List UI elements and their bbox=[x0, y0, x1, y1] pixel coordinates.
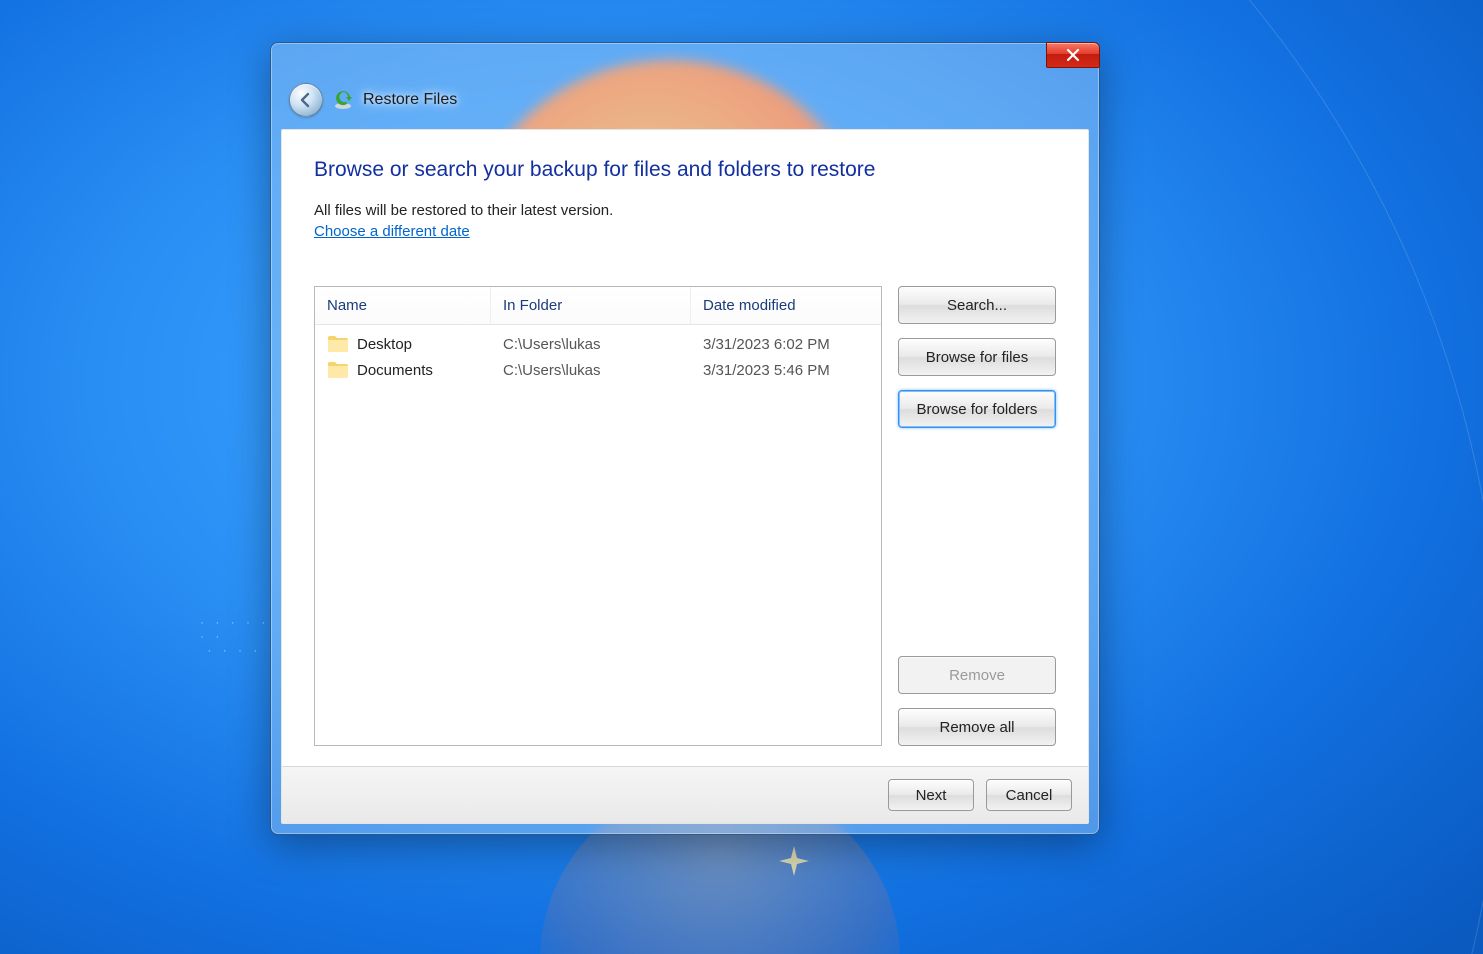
remove-button: Remove bbox=[898, 656, 1056, 694]
item-name: Desktop bbox=[357, 336, 412, 353]
item-folder: C:\Users\lukas bbox=[503, 336, 601, 353]
browse-files-button[interactable]: Browse for files bbox=[898, 338, 1056, 376]
choose-different-date-link[interactable]: Choose a different date bbox=[314, 223, 1056, 240]
wallpaper-dots: · · · · · · · · · · · · bbox=[200, 615, 280, 645]
content-area: Browse or search your backup for files a… bbox=[282, 130, 1088, 766]
back-button[interactable] bbox=[289, 83, 323, 117]
list-item[interactable]: Desktop C:\Users\lukas 3/31/2023 6:02 PM bbox=[315, 331, 881, 357]
item-date: 3/31/2023 6:02 PM bbox=[703, 336, 830, 353]
item-name: Documents bbox=[357, 362, 433, 379]
titlebar bbox=[271, 43, 1099, 71]
side-buttons: Search... Browse for files Browse for fo… bbox=[898, 286, 1056, 746]
listview-body: Desktop C:\Users\lukas 3/31/2023 6:02 PM bbox=[315, 325, 881, 745]
items-listview[interactable]: Name In Folder Date modified Desktop bbox=[314, 286, 882, 746]
remove-all-button[interactable]: Remove all bbox=[898, 708, 1056, 746]
col-header-name[interactable]: Name bbox=[315, 287, 491, 324]
wallpaper-sparkle-icon bbox=[770, 840, 818, 888]
restore-files-window: Restore Files Browse or search your back… bbox=[270, 42, 1100, 835]
folder-icon bbox=[327, 360, 349, 380]
version-note: All files will be restored to their late… bbox=[314, 202, 1056, 219]
mid-section: Name In Folder Date modified Desktop bbox=[314, 286, 1056, 746]
item-date: 3/31/2023 5:46 PM bbox=[703, 362, 830, 379]
client-area: Browse or search your backup for files a… bbox=[281, 129, 1089, 824]
folder-icon bbox=[327, 334, 349, 354]
browse-folders-button[interactable]: Browse for folders bbox=[898, 390, 1056, 428]
restore-files-icon bbox=[333, 90, 353, 110]
close-button[interactable] bbox=[1046, 42, 1100, 68]
cancel-button[interactable]: Cancel bbox=[986, 779, 1072, 811]
item-folder: C:\Users\lukas bbox=[503, 362, 601, 379]
col-header-date[interactable]: Date modified bbox=[691, 287, 881, 324]
spacer bbox=[898, 442, 1056, 642]
page-heading: Browse or search your backup for files a… bbox=[314, 158, 1056, 182]
next-button[interactable]: Next bbox=[888, 779, 974, 811]
listview-header: Name In Folder Date modified bbox=[315, 287, 881, 325]
wizard-header: Restore Files bbox=[271, 71, 1099, 129]
wizard-footer: Next Cancel bbox=[282, 766, 1088, 823]
list-item[interactable]: Documents C:\Users\lukas 3/31/2023 5:46 … bbox=[315, 357, 881, 383]
col-header-folder[interactable]: In Folder bbox=[491, 287, 691, 324]
desktop-background: · · · · · · · · · · · · Restore Files bbox=[0, 0, 1483, 954]
wizard-title: Restore Files bbox=[363, 91, 457, 109]
search-button[interactable]: Search... bbox=[898, 286, 1056, 324]
